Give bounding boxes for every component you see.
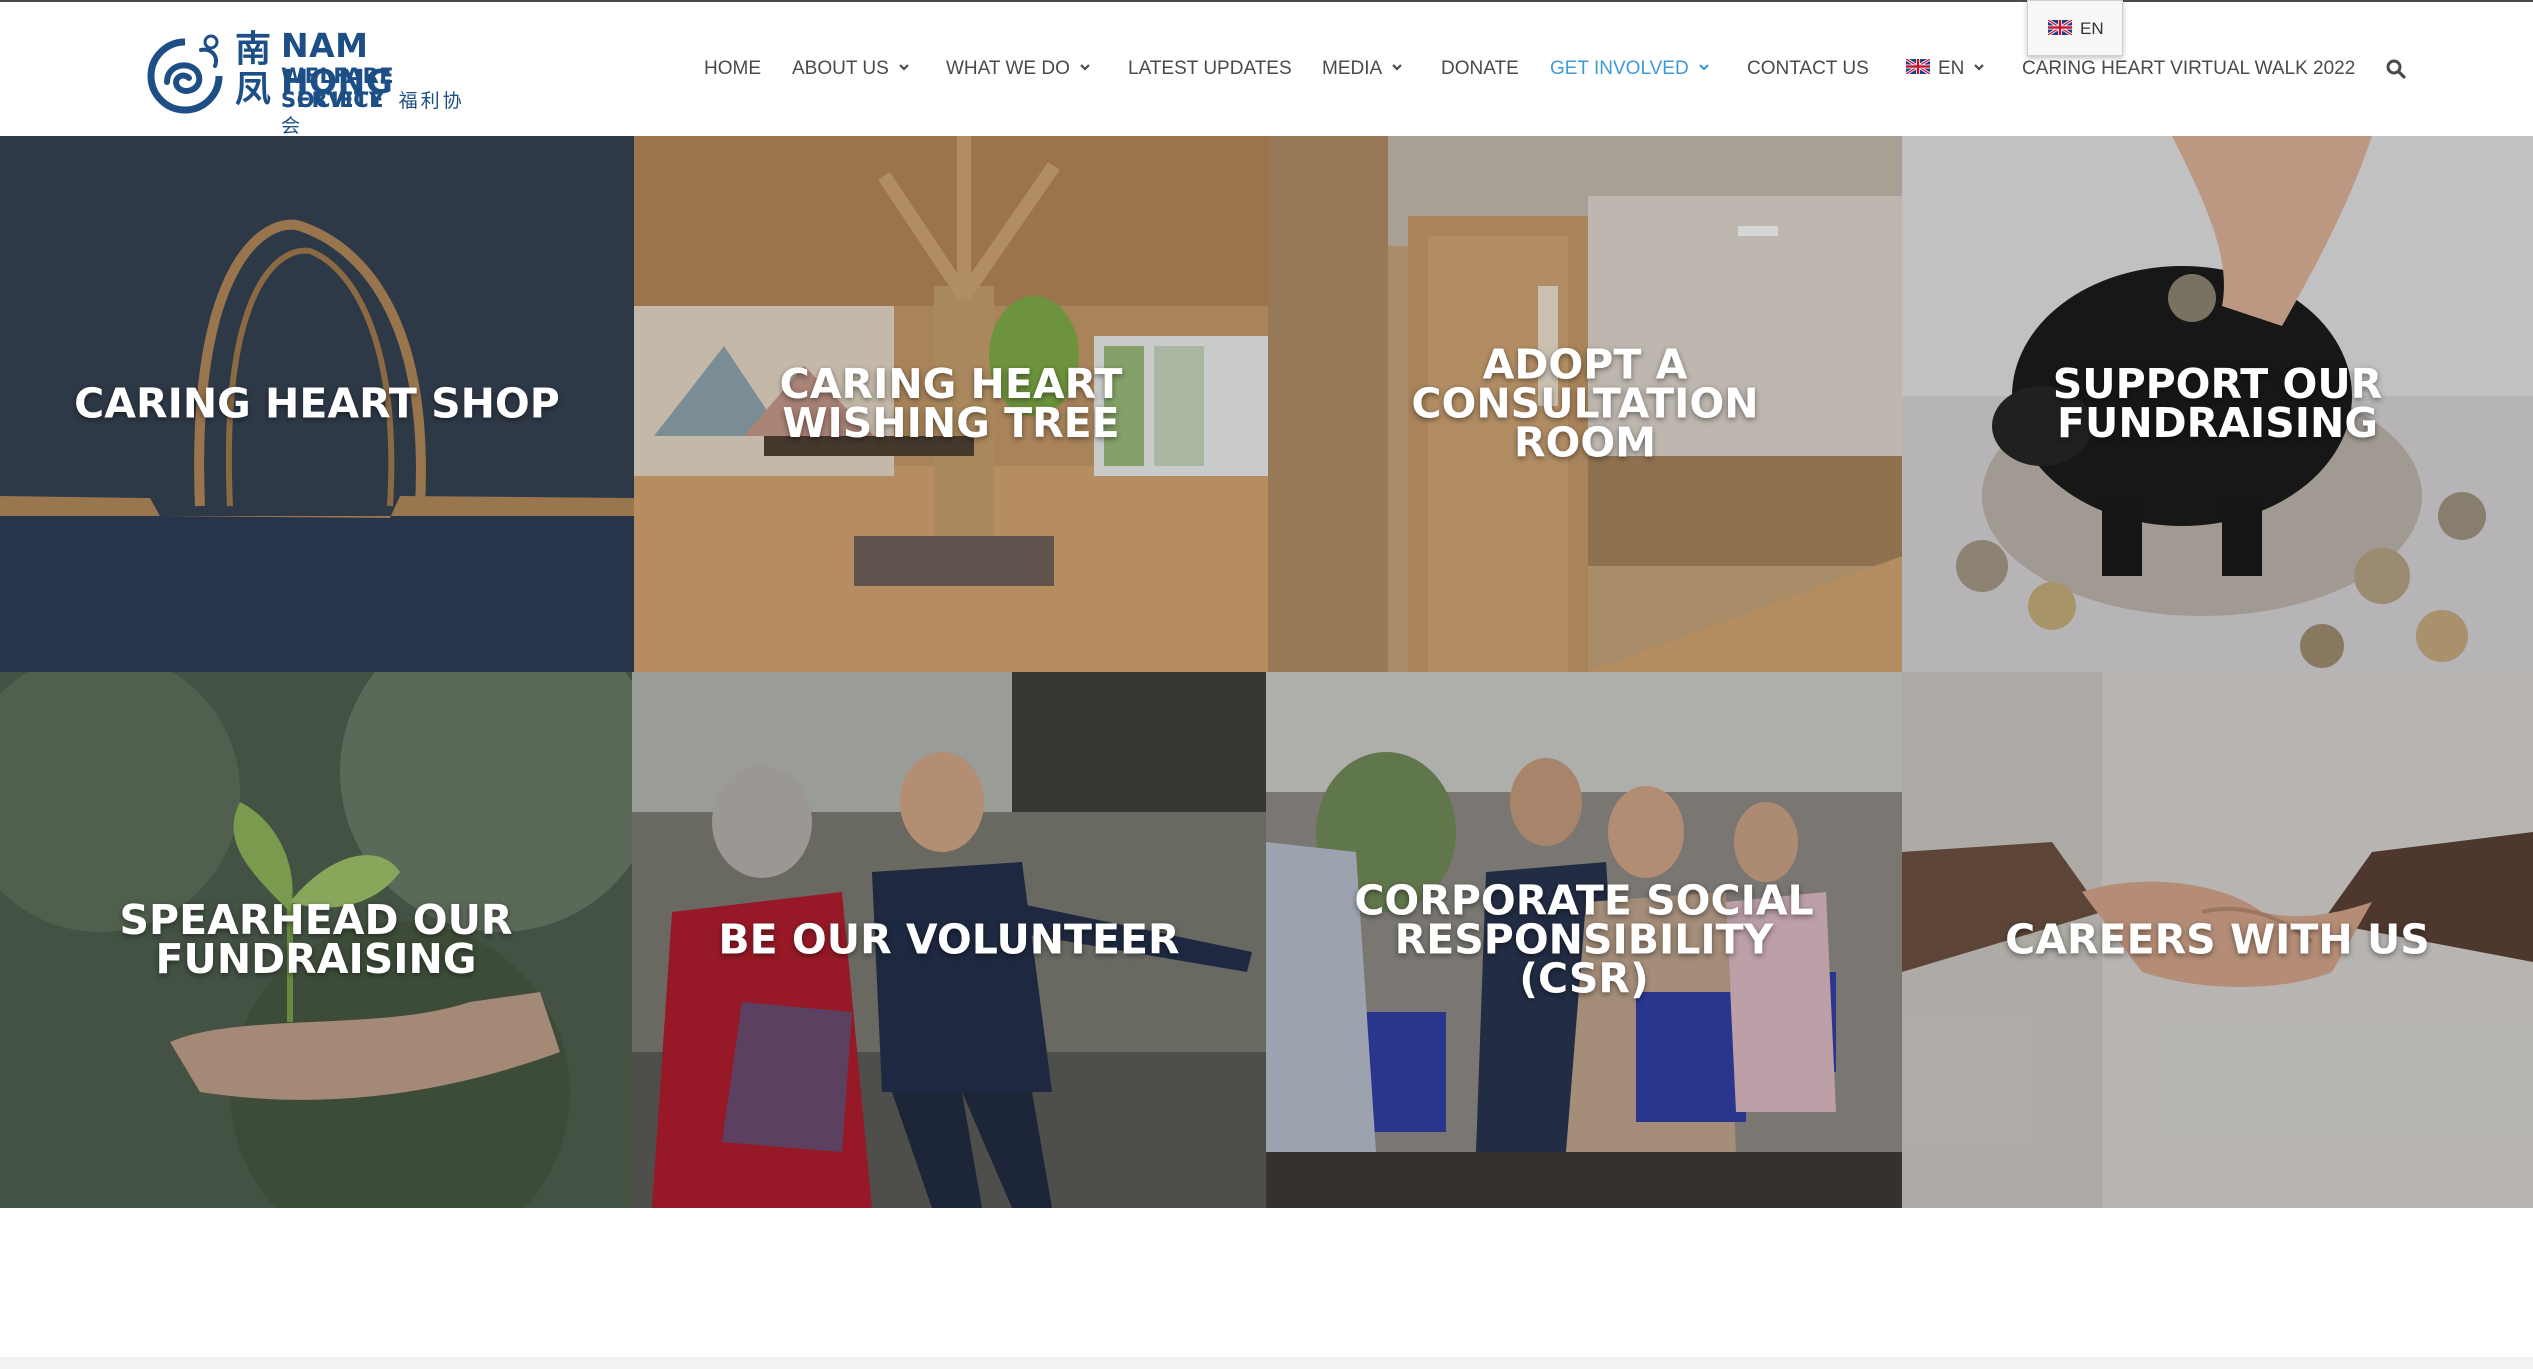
nav-donate[interactable]: DONATE	[1441, 54, 1519, 84]
uk-flag-icon	[1906, 59, 1930, 75]
nav-get-involved-label: GET INVOLVED	[1550, 58, 1689, 79]
chevron-down-icon	[1392, 64, 1402, 71]
main-nav: HOME ABOUT US WHAT WE DO LATEST UPDATES …	[0, 2, 2533, 136]
language-switcher-popup[interactable]: EN	[2027, 0, 2123, 56]
tile-label: CARING HEART SHOP	[74, 379, 560, 428]
tile-spearhead-our-fundraising[interactable]: SPEARHEAD OUR FUNDRAISING	[0, 672, 632, 1208]
nav-latest-updates[interactable]: LATEST UPDATES	[1128, 54, 1292, 84]
chevron-down-icon	[1974, 64, 1985, 71]
chevron-down-icon	[899, 64, 909, 71]
get-involved-grid: CARING HEART SHOP CARING HEART WISHING T…	[0, 136, 2533, 1208]
nav-home-label: HOME	[704, 58, 761, 79]
site-header: 南凤 NAM HONG WELFARE SERVICE SOCIETY 福利协会 …	[0, 2, 2533, 137]
tile-label: CAREERS WITH US	[2005, 915, 2430, 964]
nav-about-us[interactable]: ABOUT US	[792, 54, 911, 84]
nav-contact-us-label: CONTACT US	[1747, 58, 1869, 79]
tile-label: CORPORATE SOCIAL RESPONSIBILITY (CSR)	[1354, 876, 1814, 1003]
nav-donate-label: DONATE	[1441, 58, 1519, 79]
nav-get-involved[interactable]: GET INVOLVED	[1550, 54, 1711, 84]
tile-label: CARING HEART WISHING TREE	[779, 360, 1123, 447]
tile-label: ADOPT A CONSULTATION ROOM	[1411, 340, 1759, 467]
search-icon[interactable]	[2385, 58, 2407, 80]
nav-about-us-label: ABOUT US	[792, 58, 889, 79]
nav-what-we-do-label: WHAT WE DO	[946, 58, 1070, 79]
tile-be-our-volunteer[interactable]: BE OUR VOLUNTEER	[632, 672, 1266, 1208]
tile-careers-with-us[interactable]: CAREERS WITH US	[1902, 672, 2533, 1208]
language-popup-label: EN	[2080, 19, 2104, 38]
tile-label: SUPPORT OUR FUNDRAISING	[2052, 360, 2383, 447]
tile-caring-heart-shop[interactable]: CARING HEART SHOP	[0, 136, 634, 672]
tile-corporate-social-responsibility[interactable]: CORPORATE SOCIAL RESPONSIBILITY (CSR)	[1266, 672, 1902, 1208]
tile-caring-heart-wishing-tree[interactable]: CARING HEART WISHING TREE	[634, 136, 1268, 672]
tile-label: BE OUR VOLUNTEER	[718, 915, 1180, 964]
nav-media[interactable]: MEDIA	[1322, 54, 1404, 84]
tile-support-our-fundraising[interactable]: SUPPORT OUR FUNDRAISING	[1902, 136, 2533, 672]
nav-virtual-walk[interactable]: CARING HEART VIRTUAL WALK 2022	[2022, 54, 2355, 84]
nav-latest-updates-label: LATEST UPDATES	[1128, 58, 1292, 79]
page-footer-edge	[0, 1357, 2533, 1369]
nav-contact-us[interactable]: CONTACT US	[1747, 54, 1869, 84]
nav-what-we-do[interactable]: WHAT WE DO	[946, 54, 1092, 84]
nav-media-label: MEDIA	[1322, 58, 1383, 79]
nav-virtual-walk-label: CARING HEART VIRTUAL WALK 2022	[2022, 58, 2356, 79]
tile-label: SPEARHEAD OUR FUNDRAISING	[119, 896, 513, 983]
uk-flag-icon	[2048, 20, 2072, 36]
nav-language[interactable]: EN	[1906, 54, 1986, 84]
chevron-down-icon	[1698, 64, 1709, 71]
nav-language-label: EN	[1938, 58, 1965, 79]
chevron-down-icon	[1080, 64, 1090, 71]
nav-home[interactable]: HOME	[704, 54, 761, 84]
tile-adopt-a-consultation-room[interactable]: ADOPT A CONSULTATION ROOM	[1268, 136, 1902, 672]
